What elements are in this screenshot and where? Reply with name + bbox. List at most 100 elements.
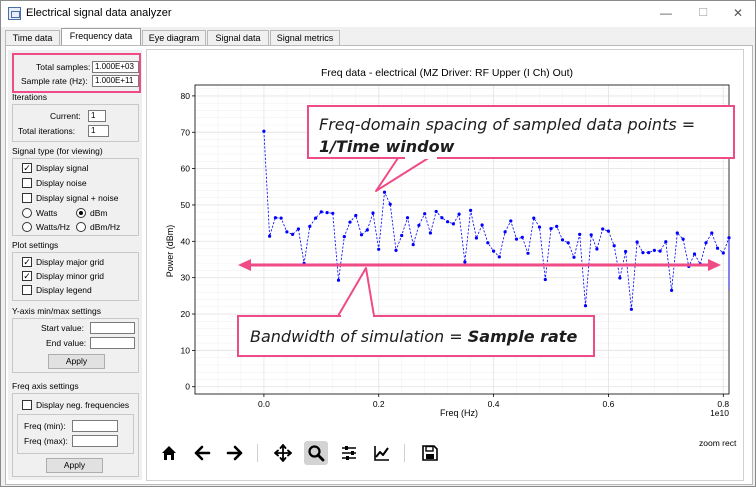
watts-radio[interactable] [22,208,32,218]
end-value-field[interactable] [90,337,135,349]
iterations-group [12,104,139,142]
data-point [325,211,329,215]
data-point [291,232,295,236]
data-point [434,209,438,214]
data-point [486,241,490,245]
home-icon[interactable] [157,441,181,465]
data-point [715,246,720,250]
forward-arrow-icon[interactable] [223,441,247,465]
bandwidth-callout-bold: Sample rate [467,327,578,346]
data-point [331,211,335,215]
data-point [624,249,628,254]
watts-hz-radio[interactable] [22,222,32,232]
bandwidth-callout-prefix: Bandwidth of simulation = [250,327,468,346]
minimize-button[interactable]: — [651,3,681,23]
iterations-heading: Iterations [12,92,47,102]
data-point [365,228,369,232]
y-tick-label: 40 [181,236,191,246]
neg-freq-checkbox[interactable] [22,400,32,410]
data-point [382,190,387,194]
tab-signal-data[interactable]: Signal data [207,30,269,46]
data-point [589,233,593,237]
bandwidth-callout-text: Bandwidth of simulation = Sample rate [250,327,577,346]
data-point [652,248,656,252]
current-iteration-spinner[interactable]: 1 [88,110,106,122]
plot-settings-heading: Plot settings [12,240,59,250]
current-iteration-label: Current: [50,111,81,121]
data-point [647,251,651,255]
tab-signal-metrics[interactable]: Signal metrics [270,30,340,46]
data-point [526,251,530,255]
data-point [359,233,364,237]
data-point [566,241,570,245]
data-point [285,230,289,234]
display-noise-checkbox[interactable] [22,178,32,188]
data-point [428,231,432,235]
major-grid-label: Display major grid [36,257,105,267]
title-bar[interactable]: Electrical signal data analyzer — ☐ ✕ [1,1,755,27]
data-point [509,219,513,223]
data-point [555,224,559,228]
data-point [727,236,731,240]
data-point [394,248,398,252]
data-point [336,278,341,282]
freq-min-field[interactable] [72,420,118,432]
tab-time-data[interactable]: Time data [5,30,60,46]
x-tick-label: 0.4 [488,399,500,409]
data-point [314,216,318,220]
data-point [342,235,346,239]
pan-icon[interactable] [271,441,295,465]
data-point [687,264,691,268]
edit-axis-icon[interactable] [370,441,394,465]
tab-eye-diagram[interactable]: Eye diagram [142,30,206,46]
data-point [549,227,553,231]
freq-spacing-callout-line2: 1/Time window [319,137,455,156]
freq-spacing-callout-border [307,157,735,159]
data-point [612,244,616,248]
display-signal-checkbox[interactable]: ✓ [22,163,32,173]
minor-grid-checkbox[interactable]: ✓ [22,271,32,281]
total-iterations-label: Total iterations: [18,126,76,136]
yaxis-apply-button[interactable]: Apply [48,354,105,369]
start-value-field[interactable] [90,322,135,334]
maximize-button[interactable]: ☐ [688,3,718,23]
save-icon[interactable] [418,441,442,465]
data-point [675,231,679,235]
data-point [635,240,639,244]
toolbar-mode-text: zoom rect [699,438,737,448]
x-tick-label: 0.2 [373,399,385,409]
data-point [388,202,392,206]
dbm-radio[interactable] [76,208,86,218]
data-point [451,222,455,226]
dbm-hz-radio[interactable] [76,222,86,232]
data-point [601,227,605,231]
freq-apply-button[interactable]: Apply [46,458,103,473]
close-button[interactable]: ✕ [723,3,753,23]
start-value-label: Start value: [41,323,84,333]
data-point [440,216,444,220]
data-point [710,231,714,235]
display-signal-noise-checkbox[interactable] [22,193,32,203]
data-point [308,224,312,228]
legend-checkbox[interactable] [22,285,32,295]
data-point [262,129,266,133]
bandwidth-callout: Bandwidth of simulation = Sample rate [237,315,595,357]
data-point [492,249,496,253]
y-tick-label: 30 [181,273,191,283]
major-grid-checkbox[interactable]: ✓ [22,257,32,267]
bandwidth-callout-gap [341,314,373,317]
configure-subplots-icon[interactable] [337,441,361,465]
total-iterations-field[interactable]: 1 [88,125,109,137]
data-point [670,288,674,292]
y-tick-label: 50 [181,200,191,210]
zoom-icon[interactable] [304,441,328,465]
end-value-label: End value: [46,338,87,348]
data-point [698,262,702,266]
app-window: Electrical signal data analyzer — ☐ ✕ Ti… [0,0,756,487]
back-arrow-icon[interactable] [190,441,214,465]
data-point [417,223,421,227]
data-point [681,237,685,241]
freq-max-field[interactable] [72,435,118,447]
display-noise-label: Display noise [36,178,87,188]
data-point [572,255,576,259]
